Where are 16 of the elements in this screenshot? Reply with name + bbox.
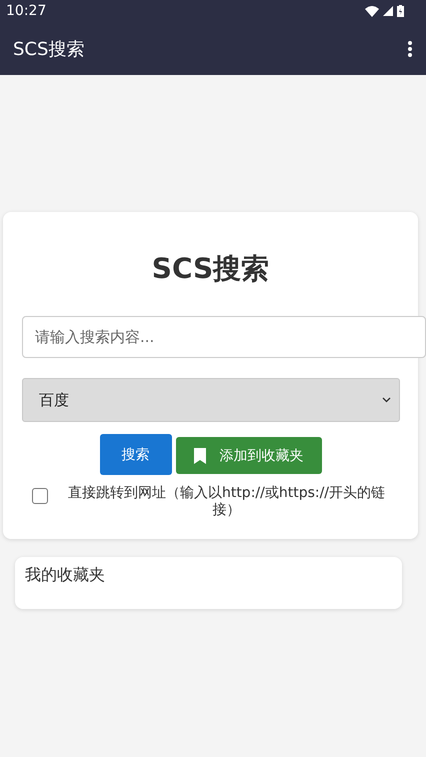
app-title: SCS搜索 (13, 38, 84, 60)
checkbox[interactable] (32, 488, 48, 504)
search-field[interactable]: 请输入搜索内容... (22, 316, 426, 358)
favorites-title: 我的收藏夹 (25, 565, 105, 584)
checkbox-label: 直接跳转到网址（输入以http://或https://开头的链接） (66, 485, 386, 519)
signal-icon (383, 6, 393, 16)
more-options-icon[interactable] (408, 40, 412, 56)
clock: 10:27 (6, 3, 46, 19)
chevron-icon (382, 397, 391, 403)
engine-select[interactable]: 百度 (22, 378, 400, 422)
search-heading: SCS搜索 (150, 251, 270, 287)
wifi-icon (365, 6, 379, 16)
bookmark-icon (194, 448, 206, 464)
search-button[interactable]: 搜索 (100, 434, 172, 475)
battery-icon (397, 5, 404, 17)
add-bookmark-button[interactable]: 添加到收藏夹 (176, 437, 322, 474)
